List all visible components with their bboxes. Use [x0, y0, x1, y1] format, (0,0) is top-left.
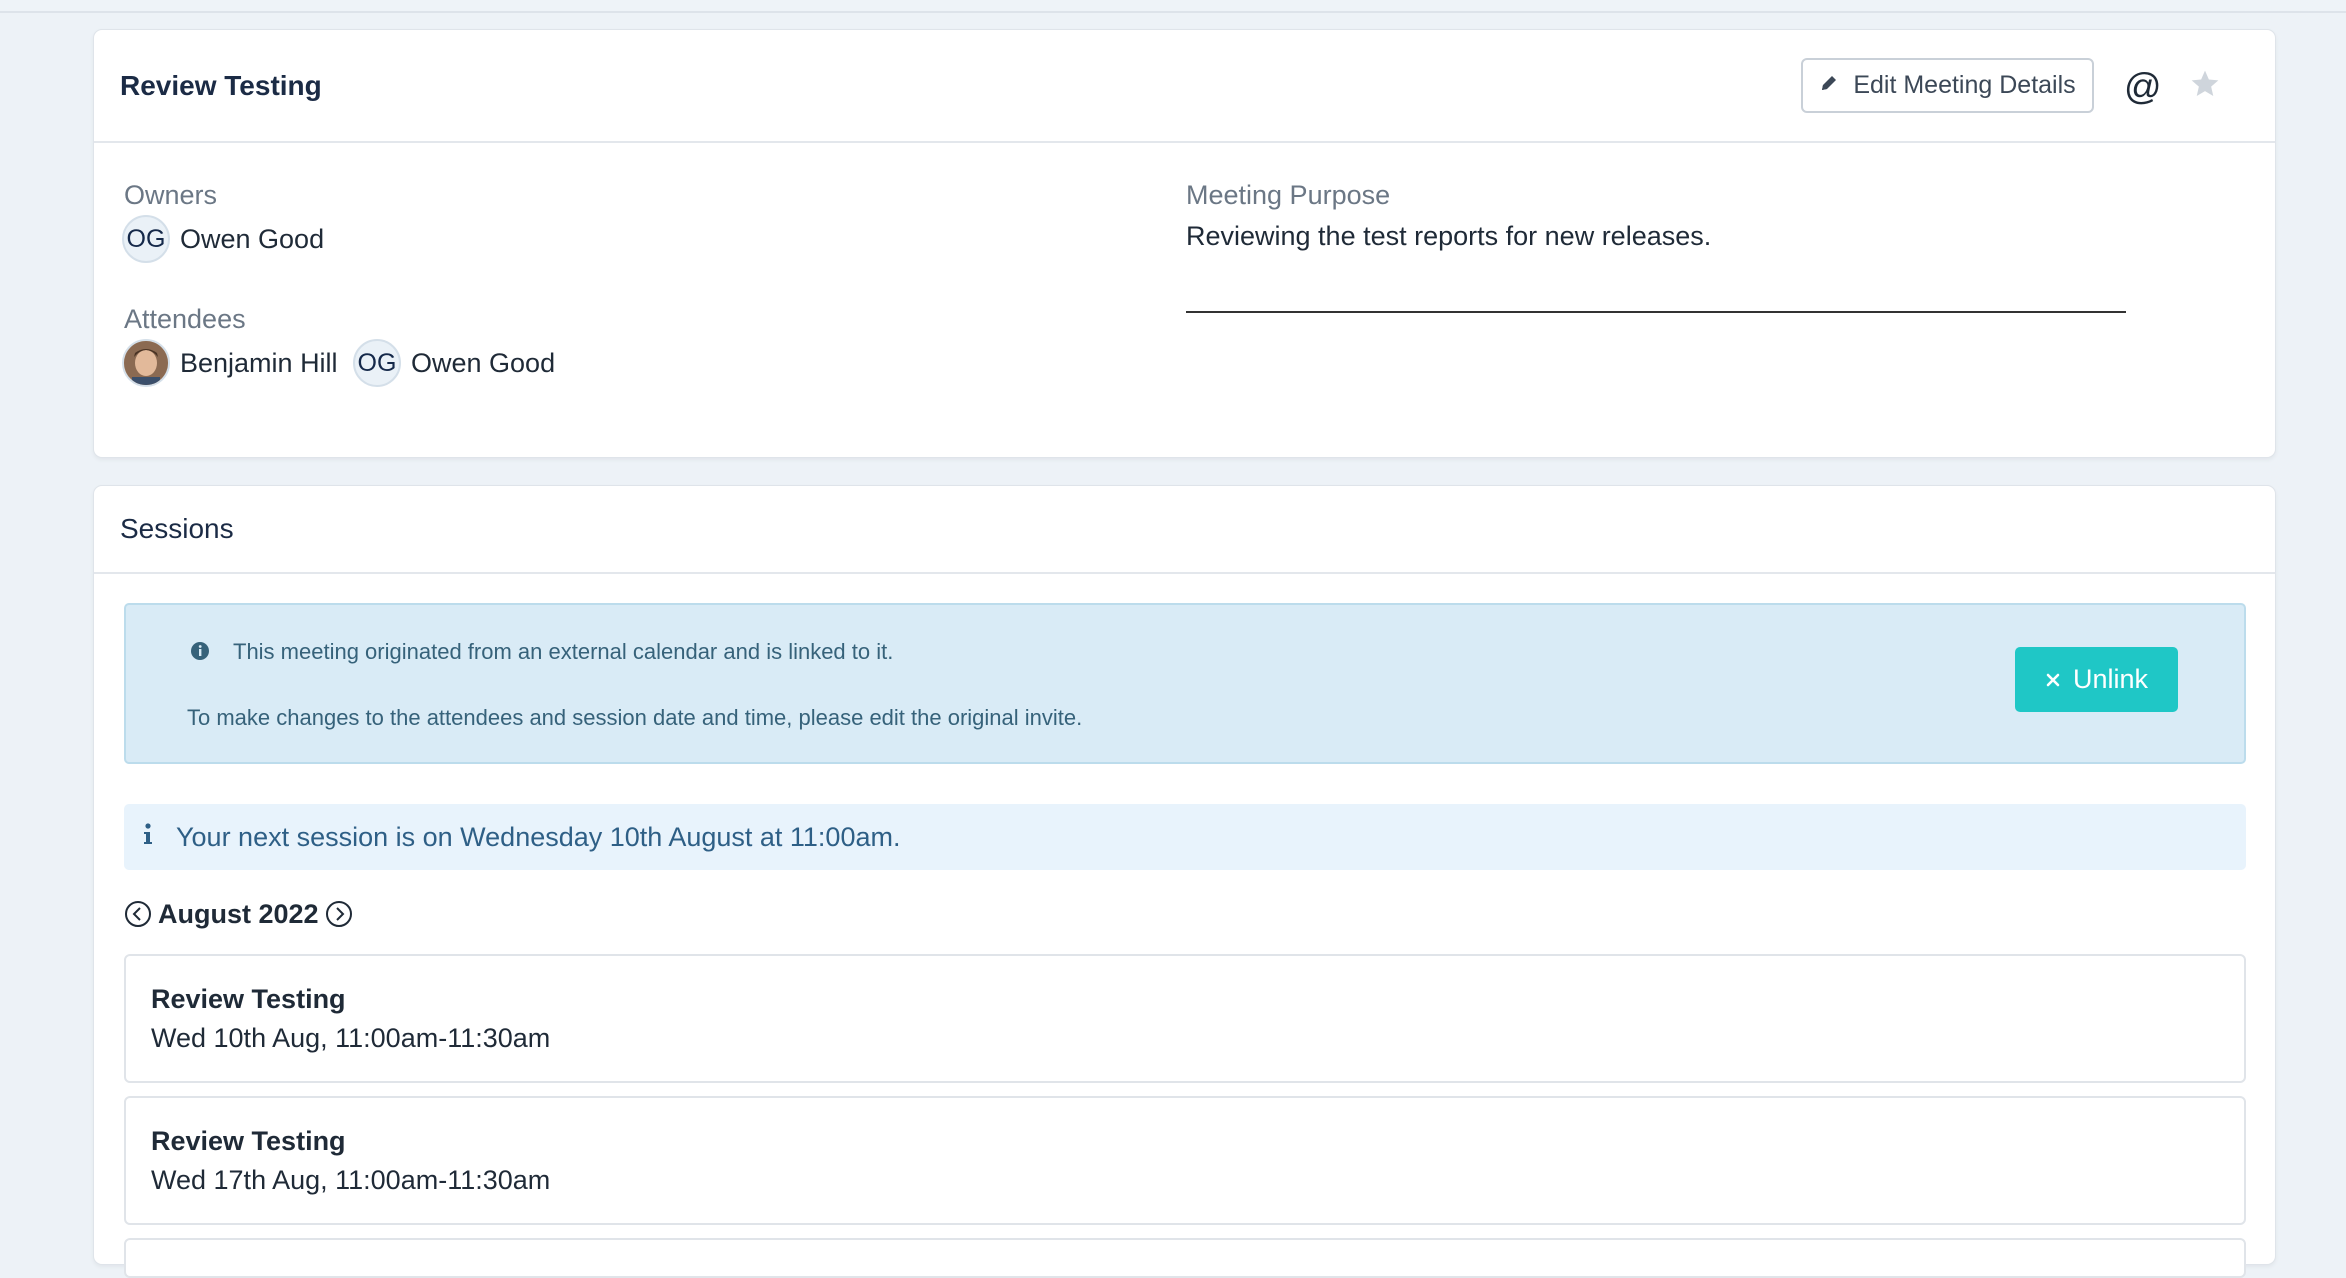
purpose-text: Reviewing the test reports for new relea… [1186, 221, 1712, 251]
avatar-photo [122, 339, 170, 387]
attendee-name: Owen Good [411, 348, 556, 378]
session-time: Wed 10th Aug, 11:00am-11:30am [151, 1023, 551, 1053]
avatar: OG [353, 339, 401, 387]
session-name: Review Testing [151, 1126, 346, 1156]
alert-line-2: To make changes to the attendees and ses… [187, 705, 1083, 730]
session-item[interactable]: Review Testing Wed 17th Aug, 11:00am-11:… [124, 1096, 2246, 1225]
sessions-card: Sessions This meeting originated from an… [93, 485, 2276, 1278]
chevron-left-icon[interactable] [124, 900, 152, 928]
meeting-header: Review Testing Edit Meeting Details @ [94, 30, 2275, 143]
session-time: Wed 17th Aug, 11:00am-11:30am [151, 1165, 551, 1195]
purpose-label: Meeting Purpose [1186, 180, 1391, 210]
owners-label: Owners [124, 180, 218, 210]
top-bar [0, 0, 2346, 13]
meeting-card: Review Testing Edit Meeting Details @ Ow… [93, 29, 2276, 458]
alert-line-1: This meeting originated from an external… [233, 639, 894, 664]
next-session-banner: Your next session is on Wednesday 10th A… [124, 804, 2246, 870]
chevron-right-icon[interactable] [325, 900, 353, 928]
purpose-divider [1186, 311, 2126, 313]
session-item[interactable] [124, 1238, 2246, 1278]
meeting-title: Review Testing [120, 69, 322, 101]
info-icon [142, 822, 154, 853]
close-icon [2045, 664, 2061, 695]
month-label: August 2022 [158, 898, 319, 929]
sessions-header: Sessions [94, 486, 2275, 574]
sessions-title: Sessions [120, 513, 234, 544]
month-navigation: August 2022 [124, 898, 353, 930]
external-calendar-alert: This meeting originated from an external… [124, 603, 2246, 764]
owner-name: Owen Good [180, 224, 325, 254]
edit-meeting-button[interactable]: Edit Meeting Details [1801, 58, 2094, 113]
attendees-label: Attendees [124, 304, 246, 334]
unlink-button[interactable]: Unlink [2015, 647, 2178, 712]
next-session-text: Your next session is on Wednesday 10th A… [176, 821, 901, 852]
star-icon[interactable] [2189, 68, 2221, 105]
session-name: Review Testing [151, 984, 346, 1014]
session-item[interactable]: Review Testing Wed 10th Aug, 11:00am-11:… [124, 954, 2246, 1083]
edit-meeting-label: Edit Meeting Details [1853, 71, 2076, 99]
pencil-icon [1819, 71, 1839, 100]
info-circle-icon [190, 641, 210, 666]
avatar: OG [122, 215, 170, 263]
at-icon[interactable]: @ [2124, 66, 2162, 108]
unlink-label: Unlink [2072, 664, 2149, 694]
attendee-name: Benjamin Hill [180, 348, 338, 378]
